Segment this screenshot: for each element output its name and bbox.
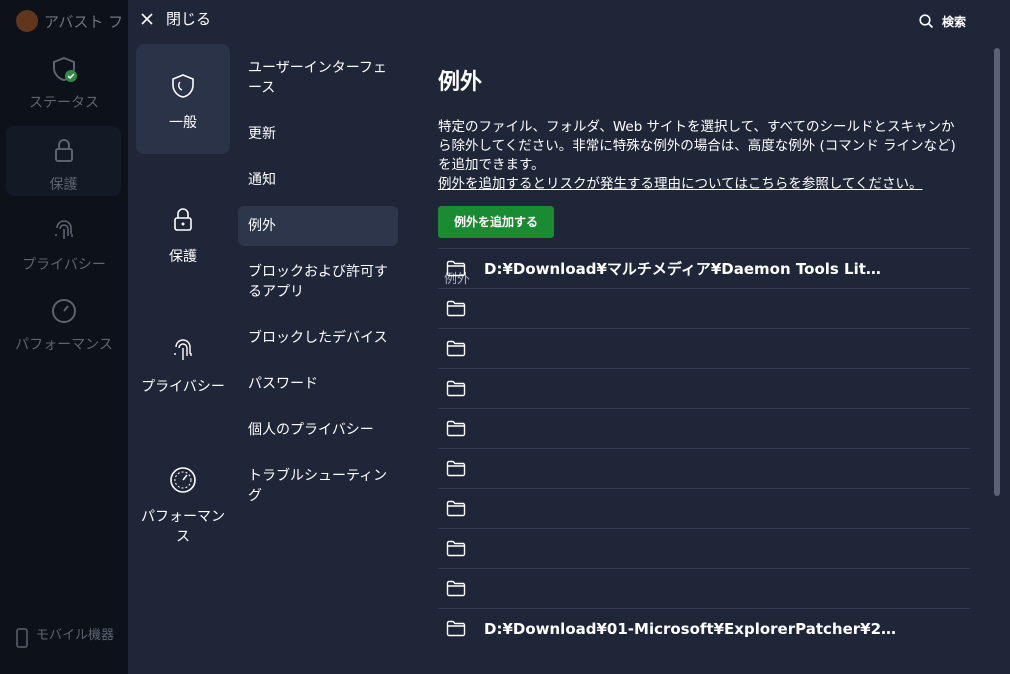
description-text: 特定のファイル、フォルダ、Web サイトを選択して、すべてのシールドとスキャンか… [438, 119, 956, 173]
folder-icon [446, 420, 466, 436]
submenu-personal-privacy[interactable]: 個人のプライバシー [238, 410, 398, 450]
exception-row[interactable] [438, 448, 970, 488]
folder-icon [446, 540, 466, 556]
exception-row[interactable]: D:¥Download¥01-Microsoft¥ExplorerPatcher… [438, 608, 970, 648]
bg-nav-privacy-label: プライバシー [22, 257, 106, 273]
bg-nav-privacy: プライバシー [0, 218, 128, 274]
category-performance[interactable]: パフォーマンス [136, 438, 230, 546]
exceptions-list: D:¥Download¥マルチメディア¥Daemon Tools Lit… D:¥… [438, 248, 970, 648]
search-button[interactable]: 検索 [919, 13, 966, 30]
category-privacy-label: プライバシー [141, 379, 225, 395]
exception-path: D:¥Download¥マルチメディア¥Daemon Tools Lit… [484, 260, 881, 278]
submenu-list: ユーザーインターフェース 更新 通知 例外 ブロックおよび許可するアプリ ブロッ… [238, 44, 398, 516]
app-logo: アバスト フ [16, 10, 123, 32]
category-general-label: 一般 [169, 115, 197, 131]
folder-icon [446, 500, 466, 516]
bg-nav-protection-label: 保護 [49, 177, 78, 193]
close-button[interactable]: 閉じる [140, 8, 211, 29]
phone-icon [16, 628, 28, 648]
bg-mobile: モバイル機器 [16, 628, 116, 648]
submenu-troubleshooting[interactable]: トラブルシューティング [238, 456, 398, 516]
exception-path: D:¥Download¥01-Microsoft¥ExplorerPatcher… [484, 619, 897, 638]
category-general[interactable]: 一般 [136, 44, 230, 154]
exception-row[interactable] [438, 408, 970, 448]
avast-logo-icon [16, 10, 38, 32]
settings-topbar: 閉じる 検索 [128, 0, 1010, 40]
background-app: アバスト フ ステータス 保護 プライバシー パフォーマンス モバイル機器 [0, 0, 128, 674]
shield-check-icon [53, 56, 77, 82]
bg-mobile-label: モバイル機器 [36, 628, 115, 643]
folder-icon [446, 620, 466, 636]
close-icon [141, 12, 153, 25]
bg-nav-status-label: ステータス [29, 95, 99, 111]
gauge-icon [52, 299, 76, 323]
folder-icon [446, 300, 466, 316]
submenu-blocked-devices[interactable]: ブロックしたデバイス [238, 318, 398, 358]
submenu-passwords[interactable]: パスワード [238, 364, 398, 404]
app-title: アバスト フ [44, 12, 124, 31]
bg-nav-performance: パフォーマンス [0, 298, 128, 354]
folder-icon [446, 380, 466, 396]
category-privacy[interactable]: プライバシー [136, 308, 230, 396]
exception-row[interactable] [438, 568, 970, 608]
submenu-ui[interactable]: ユーザーインターフェース [238, 48, 398, 108]
close-label: 閉じる [166, 10, 212, 28]
category-performance-label: パフォーマンス [141, 509, 225, 545]
fingerprint-icon [55, 220, 73, 239]
fingerprint-icon [174, 339, 192, 360]
settings-panel: 閉じる 検索 一般 保護 プライバシー パフォーマンス ユーザーインターフェース… [128, 0, 1010, 674]
add-exception-button[interactable]: 例外を追加する [438, 206, 555, 238]
exception-row[interactable] [438, 368, 970, 408]
submenu-blocked-allowed-apps[interactable]: ブロックおよび許可するアプリ [238, 252, 398, 312]
exception-row[interactable] [438, 328, 970, 368]
scrollbar[interactable] [994, 48, 1000, 496]
description: 特定のファイル、フォルダ、Web サイトを選択して、すべてのシールドとスキャンか… [438, 118, 966, 194]
lock-icon [54, 139, 73, 162]
folder-icon [446, 340, 466, 356]
exception-row[interactable] [438, 528, 970, 568]
shield-icon [172, 74, 194, 98]
submenu-exceptions[interactable]: 例外 [238, 206, 398, 246]
submenu-update[interactable]: 更新 [238, 114, 398, 154]
exception-row[interactable]: D:¥Download¥マルチメディア¥Daemon Tools Lit… [438, 248, 970, 288]
exception-row[interactable] [438, 488, 970, 528]
search-icon [919, 14, 934, 29]
page-title: 例外 [438, 70, 483, 95]
gauge-icon [170, 467, 196, 493]
folder-icon [446, 580, 466, 596]
search-label: 検索 [941, 15, 966, 29]
submenu-notifications[interactable]: 通知 [238, 160, 398, 200]
category-list: 一般 保護 プライバシー パフォーマンス [136, 44, 230, 546]
risk-info-link[interactable]: 例外を追加するとリスクが発生する理由についてはこちらを参照してください。 [438, 175, 966, 194]
bg-nav-performance-label: パフォーマンス [15, 337, 113, 353]
bg-nav-status: ステータス [0, 56, 128, 112]
category-protection-label: 保護 [169, 249, 197, 265]
bg-nav-protection: 保護 [6, 126, 121, 196]
folder-icon [446, 260, 466, 276]
lock-icon [174, 208, 192, 231]
exception-row[interactable] [438, 288, 970, 328]
category-protection[interactable]: 保護 [136, 178, 230, 266]
folder-icon [446, 460, 466, 476]
